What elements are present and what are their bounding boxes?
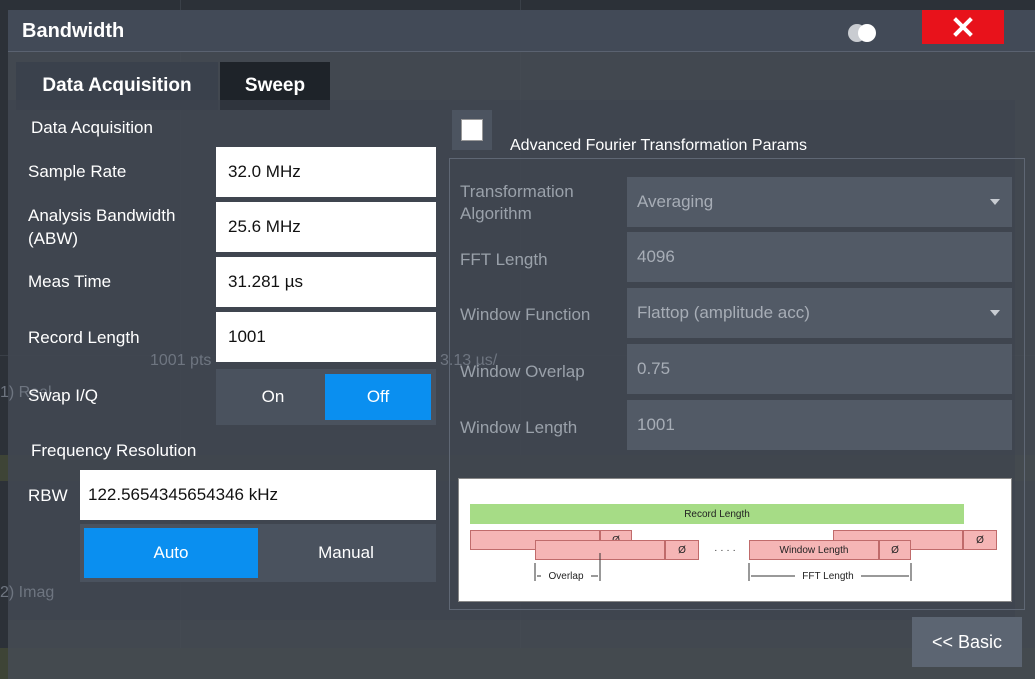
swap-iq-off-button[interactable]: Off bbox=[325, 374, 431, 420]
window-length-label: Window Length bbox=[460, 418, 578, 437]
window-function-label: Window Function bbox=[460, 305, 591, 324]
fft-length-label: FFT Length bbox=[460, 250, 548, 269]
title-bar: Bandwidth bbox=[8, 10, 1035, 52]
swap-iq-label: Swap I/Q bbox=[28, 386, 98, 405]
rbw-manual-button[interactable]: Manual bbox=[260, 528, 432, 578]
advanced-params-checkbox[interactable] bbox=[452, 110, 492, 150]
diagram-fft-length-label: FFT Length bbox=[795, 569, 861, 583]
advanced-params-label: Advanced Fourier Transformation Params bbox=[510, 137, 808, 154]
window-length-field: 1001 bbox=[627, 400, 1012, 450]
chevron-down-icon bbox=[990, 199, 1000, 205]
diagram-overlap-label: Overlap bbox=[541, 569, 591, 583]
record-length-field[interactable]: 1001 bbox=[216, 312, 436, 362]
chevron-down-icon bbox=[990, 310, 1000, 316]
rbw-auto-button[interactable]: Auto bbox=[84, 528, 258, 578]
close-icon bbox=[953, 17, 973, 37]
close-button[interactable] bbox=[922, 10, 1004, 44]
analysis-bandwidth-label: Analysis Bandwidth bbox=[28, 206, 176, 225]
window-overlap-label: Window Overlap bbox=[460, 362, 585, 381]
fft-length-field: 4096 bbox=[627, 232, 1012, 282]
checkbox-box bbox=[461, 119, 483, 141]
rbw-label: RBW bbox=[28, 486, 68, 505]
window-function-dropdown: Flattop (amplitude acc) bbox=[627, 288, 1012, 338]
analysis-bandwidth-field[interactable]: 25.6 MHz bbox=[216, 202, 436, 252]
diagram-dimension-arrows bbox=[534, 553, 912, 581]
dialog-title: Bandwidth bbox=[22, 20, 125, 42]
record-length-label: Record Length bbox=[28, 328, 140, 347]
trace-points-label: 1001 pts bbox=[150, 352, 212, 369]
transformation-algorithm-dropdown: Averaging bbox=[627, 177, 1012, 227]
window-function-value: Flattop (amplitude acc) bbox=[637, 303, 810, 322]
transformation-algorithm-value: Averaging bbox=[637, 192, 714, 211]
rbw-field[interactable]: 122.5654345654346 kHz bbox=[80, 470, 436, 520]
data-acquisition-section-title: Data Acquisition bbox=[31, 118, 153, 137]
meas-time-field[interactable]: 31.281 µs bbox=[216, 257, 436, 307]
sample-rate-label: Sample Rate bbox=[28, 162, 127, 181]
transformation-algorithm-label-2: Algorithm bbox=[460, 204, 532, 223]
fft-window-diagram: Record Length Ø Ø · · · · Ø Window Lengt… bbox=[458, 478, 1012, 602]
window-overlap-field: 0.75 bbox=[627, 344, 1012, 394]
sample-rate-field[interactable]: 32.0 MHz bbox=[216, 147, 436, 197]
display-toggle-icon[interactable] bbox=[848, 24, 884, 42]
meas-time-label: Meas Time bbox=[28, 272, 112, 291]
frequency-resolution-section-title: Frequency Resolution bbox=[31, 441, 197, 460]
basic-button[interactable]: << Basic bbox=[912, 617, 1022, 667]
transformation-algorithm-label: Transformation bbox=[460, 182, 574, 201]
analysis-bandwidth-label-unit: (ABW) bbox=[28, 229, 79, 248]
swap-iq-on-button[interactable]: On bbox=[225, 374, 321, 420]
trace-imag-label: 2) Imag bbox=[0, 584, 55, 601]
